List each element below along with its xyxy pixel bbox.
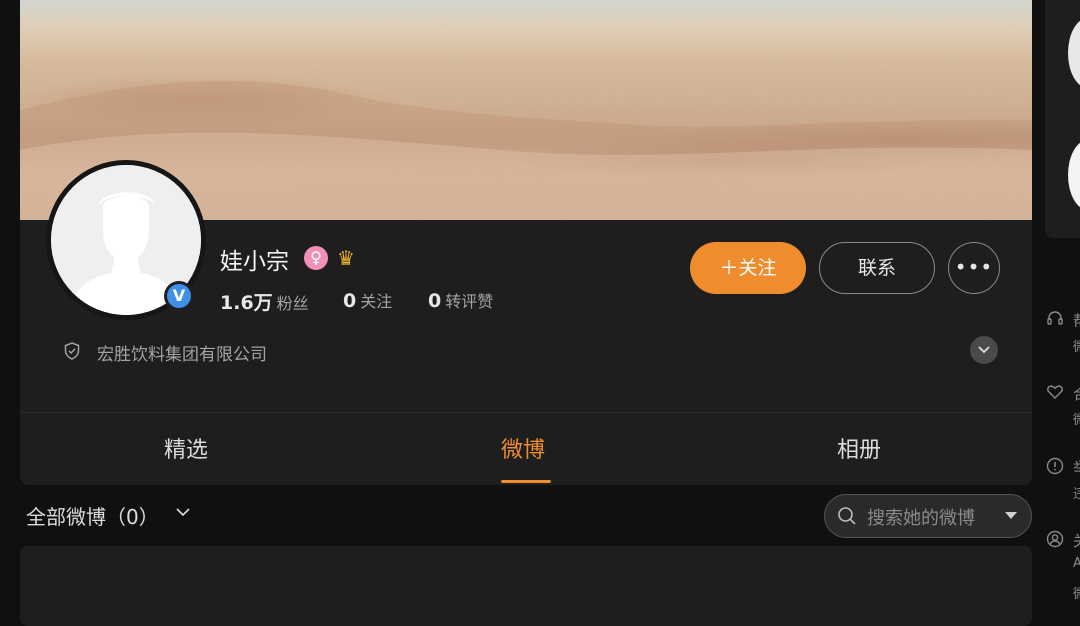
sidebar-link-help-title: 帮 (1073, 310, 1080, 331)
page-left-gutter (0, 0, 20, 613)
headset-icon (1047, 311, 1063, 325)
more-options-button[interactable]: ••• (948, 242, 1000, 294)
sidebar-link-about-sub: A (1073, 556, 1080, 571)
follow-button[interactable]: ＋关注 (690, 242, 806, 294)
stat-followers-value: 1.6万 (220, 292, 273, 314)
stat-following-label: 关注 (360, 292, 393, 311)
tabs-divider (20, 412, 1032, 413)
tab-album[interactable]: 相册 (837, 432, 881, 464)
contact-button[interactable]: 联系 (819, 242, 935, 294)
feed-filter-dropdown[interactable]: 全部微博（0） (26, 501, 190, 530)
shield-icon (64, 342, 80, 360)
active-tab-indicator (501, 480, 551, 483)
caret-down-icon[interactable] (1005, 512, 1017, 519)
sidebar-link-help-sub: 微 (1073, 340, 1080, 355)
chevron-down-icon (176, 508, 190, 517)
stat-engagement[interactable]: 0 转评赞 (428, 288, 493, 312)
sidebar-link-report-sub: 违 (1073, 487, 1080, 502)
user-circle-icon (1046, 530, 1064, 548)
stat-engagement-value: 0 (428, 290, 442, 312)
sidebar-link-cooperate-sub: 微 (1073, 413, 1080, 428)
chevron-down-icon[interactable] (970, 336, 998, 364)
sidebar-link-cooperate-title: 合 (1073, 383, 1080, 404)
verified-badge-icon: V (164, 281, 194, 311)
stat-following-value: 0 (343, 290, 357, 312)
verified-mark: V (167, 284, 191, 308)
stat-engagement-label: 转评赞 (445, 292, 494, 311)
sidebar-link-extra-text: 微 (1073, 587, 1080, 602)
alert-icon (1046, 457, 1064, 475)
female-badge-icon: ♀ (304, 246, 328, 270)
sidebar-link-about-title: 关 (1073, 530, 1080, 551)
tab-weibo[interactable]: 微博 (501, 432, 545, 464)
stat-followers[interactable]: 1.6万 粉丝 (220, 288, 309, 315)
sidebar-link-report-title: 举 (1073, 457, 1080, 478)
search-input[interactable]: 搜索她的微博 (867, 504, 975, 530)
crown-badge-icon[interactable]: ♛ (334, 246, 358, 270)
tab-featured[interactable]: 精选 (164, 432, 208, 464)
stat-followers-label: 粉丝 (276, 294, 309, 313)
search-icon (838, 507, 856, 525)
weibo-search[interactable]: 搜索她的微博 (824, 494, 1032, 538)
feed-list-area (20, 546, 1032, 626)
profile-name: 娃小宗 (220, 249, 289, 275)
feed-filter-label: 全部微博（0） (26, 505, 159, 529)
stat-following[interactable]: 0 关注 (343, 288, 392, 312)
company-name: 宏胜饮料集团有限公司 (97, 345, 267, 365)
heart-handshake-icon (1047, 385, 1063, 399)
